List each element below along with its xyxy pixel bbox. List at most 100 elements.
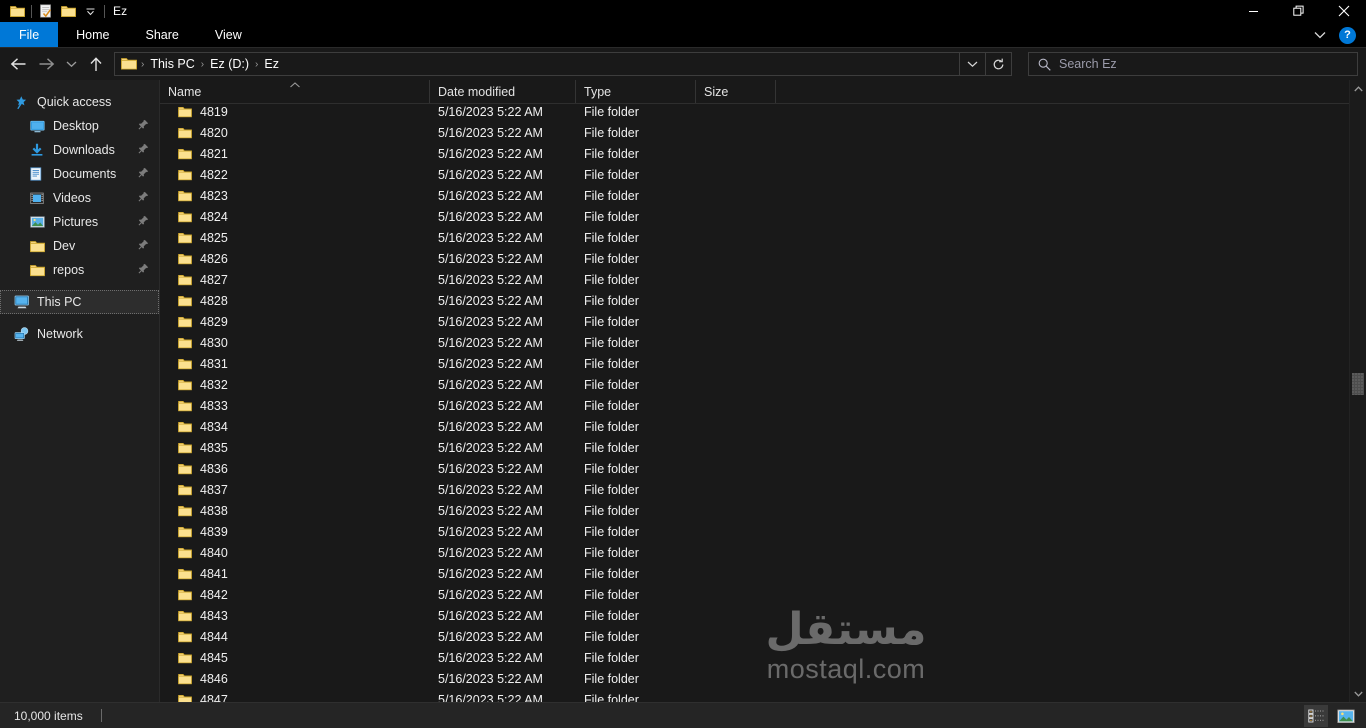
pin-icon[interactable] bbox=[138, 215, 149, 229]
sidebar-item-downloads[interactable]: Downloads bbox=[0, 138, 159, 162]
up-button[interactable] bbox=[82, 51, 110, 77]
sidebar-item-repos[interactable]: repos bbox=[0, 258, 159, 282]
back-button[interactable] bbox=[4, 51, 32, 77]
row-name-cell[interactable]: 4825 bbox=[160, 231, 430, 245]
table-row[interactable]: 48195/16/2023 5:22 AMFile folder bbox=[160, 101, 1349, 122]
table-row[interactable]: 48345/16/2023 5:22 AMFile folder bbox=[160, 416, 1349, 437]
pin-icon[interactable] bbox=[138, 239, 149, 253]
folder-icon[interactable] bbox=[6, 1, 28, 21]
help-button[interactable]: ? bbox=[1339, 27, 1356, 44]
table-row[interactable]: 48365/16/2023 5:22 AMFile folder bbox=[160, 458, 1349, 479]
pin-icon[interactable] bbox=[138, 143, 149, 157]
table-row[interactable]: 48275/16/2023 5:22 AMFile folder bbox=[160, 269, 1349, 290]
row-name-cell[interactable]: 4841 bbox=[160, 567, 430, 581]
row-name-cell[interactable]: 4823 bbox=[160, 189, 430, 203]
table-row[interactable]: 48335/16/2023 5:22 AMFile folder bbox=[160, 395, 1349, 416]
details-view-button[interactable] bbox=[1304, 705, 1328, 727]
table-row[interactable]: 48215/16/2023 5:22 AMFile folder bbox=[160, 143, 1349, 164]
properties-icon[interactable] bbox=[35, 1, 57, 21]
row-name-cell[interactable]: 4835 bbox=[160, 441, 430, 455]
sidebar-item-quick-access[interactable]: Quick access bbox=[0, 90, 159, 114]
row-name-cell[interactable]: 4845 bbox=[160, 651, 430, 665]
row-name-cell[interactable]: 4831 bbox=[160, 357, 430, 371]
refresh-button[interactable] bbox=[985, 53, 1011, 75]
row-name-cell[interactable]: 4842 bbox=[160, 588, 430, 602]
tab-share[interactable]: Share bbox=[128, 22, 197, 48]
table-row[interactable]: 48415/16/2023 5:22 AMFile folder bbox=[160, 563, 1349, 584]
sidebar-item-this-pc[interactable]: This PC bbox=[0, 290, 159, 314]
sidebar-item-documents[interactable]: Documents bbox=[0, 162, 159, 186]
table-row[interactable]: 48435/16/2023 5:22 AMFile folder bbox=[160, 605, 1349, 626]
new-folder-icon[interactable] bbox=[57, 1, 79, 21]
sidebar-item-dev[interactable]: Dev bbox=[0, 234, 159, 258]
row-name-cell[interactable]: 4838 bbox=[160, 504, 430, 518]
row-name-cell[interactable]: 4820 bbox=[160, 126, 430, 140]
row-name-cell[interactable]: 4834 bbox=[160, 420, 430, 434]
column-header-size[interactable]: Size bbox=[696, 80, 776, 103]
tab-home[interactable]: Home bbox=[58, 22, 127, 48]
sidebar-item-videos[interactable]: Videos bbox=[0, 186, 159, 210]
row-name-cell[interactable]: 4844 bbox=[160, 630, 430, 644]
sidebar-item-network[interactable]: Network bbox=[0, 322, 159, 346]
table-row[interactable]: 48385/16/2023 5:22 AMFile folder bbox=[160, 500, 1349, 521]
row-name-cell[interactable]: 4843 bbox=[160, 609, 430, 623]
row-name-cell[interactable]: 4819 bbox=[160, 105, 430, 119]
history-dropdown-button[interactable] bbox=[959, 53, 985, 75]
row-name-cell[interactable]: 4840 bbox=[160, 546, 430, 560]
pin-icon[interactable] bbox=[138, 263, 149, 277]
table-row[interactable]: 48245/16/2023 5:22 AMFile folder bbox=[160, 206, 1349, 227]
column-header-type[interactable]: Type bbox=[576, 80, 696, 103]
vertical-scrollbar[interactable] bbox=[1349, 80, 1366, 702]
row-name-cell[interactable]: 4837 bbox=[160, 483, 430, 497]
breadcrumb-item-this-pc[interactable]: This PC bbox=[145, 57, 199, 71]
tab-view[interactable]: View bbox=[197, 22, 260, 48]
address-bar[interactable]: › This PC › Ez (D:) › Ez bbox=[114, 52, 1012, 76]
row-name-cell[interactable]: 4833 bbox=[160, 399, 430, 413]
table-row[interactable]: 48255/16/2023 5:22 AMFile folder bbox=[160, 227, 1349, 248]
table-row[interactable]: 48405/16/2023 5:22 AMFile folder bbox=[160, 542, 1349, 563]
pin-icon[interactable] bbox=[138, 191, 149, 205]
sidebar-item-desktop[interactable]: Desktop bbox=[0, 114, 159, 138]
breadcrumb-item-ez[interactable]: Ez bbox=[259, 57, 284, 71]
row-name-cell[interactable]: 4821 bbox=[160, 147, 430, 161]
table-row[interactable]: 48235/16/2023 5:22 AMFile folder bbox=[160, 185, 1349, 206]
pin-icon[interactable] bbox=[138, 167, 149, 181]
large-icons-view-button[interactable] bbox=[1334, 705, 1358, 727]
table-row[interactable]: 48205/16/2023 5:22 AMFile folder bbox=[160, 122, 1349, 143]
table-row[interactable]: 48395/16/2023 5:22 AMFile folder bbox=[160, 521, 1349, 542]
tab-file[interactable]: File bbox=[0, 22, 58, 48]
row-name-cell[interactable]: 4826 bbox=[160, 252, 430, 266]
table-row[interactable]: 48285/16/2023 5:22 AMFile folder bbox=[160, 290, 1349, 311]
row-name-cell[interactable]: 4824 bbox=[160, 210, 430, 224]
row-name-cell[interactable]: 4822 bbox=[160, 168, 430, 182]
search-box[interactable]: Search Ez bbox=[1028, 52, 1358, 76]
row-name-cell[interactable]: 4827 bbox=[160, 273, 430, 287]
table-row[interactable]: 48355/16/2023 5:22 AMFile folder bbox=[160, 437, 1349, 458]
row-name-cell[interactable]: 4846 bbox=[160, 672, 430, 686]
row-name-cell[interactable]: 4847 bbox=[160, 693, 430, 703]
recent-locations-button[interactable] bbox=[60, 51, 82, 77]
table-row[interactable]: 48425/16/2023 5:22 AMFile folder bbox=[160, 584, 1349, 605]
file-rows[interactable]: 48195/16/2023 5:22 AMFile folder48205/16… bbox=[160, 101, 1349, 702]
chevron-down-icon[interactable] bbox=[1310, 26, 1330, 44]
table-row[interactable]: 48265/16/2023 5:22 AMFile folder bbox=[160, 248, 1349, 269]
table-row[interactable]: 48305/16/2023 5:22 AMFile folder bbox=[160, 332, 1349, 353]
restore-button[interactable] bbox=[1276, 0, 1321, 22]
table-row[interactable]: 48475/16/2023 5:22 AMFile folder bbox=[160, 689, 1349, 702]
scrollbar-thumb[interactable] bbox=[1352, 373, 1364, 395]
search-input[interactable]: Search Ez bbox=[1059, 57, 1117, 71]
scroll-down-arrow-icon[interactable] bbox=[1350, 685, 1366, 702]
row-name-cell[interactable]: 4832 bbox=[160, 378, 430, 392]
breadcrumb-item-ez-d[interactable]: Ez (D:) bbox=[205, 57, 254, 71]
table-row[interactable]: 48455/16/2023 5:22 AMFile folder bbox=[160, 647, 1349, 668]
row-name-cell[interactable]: 4836 bbox=[160, 462, 430, 476]
column-header-date-modified[interactable]: Date modified bbox=[430, 80, 576, 103]
sidebar-item-pictures[interactable]: Pictures bbox=[0, 210, 159, 234]
row-name-cell[interactable]: 4830 bbox=[160, 336, 430, 350]
minimize-button[interactable] bbox=[1231, 0, 1276, 22]
pin-icon[interactable] bbox=[138, 119, 149, 133]
table-row[interactable]: 48375/16/2023 5:22 AMFile folder bbox=[160, 479, 1349, 500]
table-row[interactable]: 48465/16/2023 5:22 AMFile folder bbox=[160, 668, 1349, 689]
column-header-name[interactable]: Name bbox=[160, 80, 430, 103]
scroll-up-arrow-icon[interactable] bbox=[1350, 80, 1366, 97]
